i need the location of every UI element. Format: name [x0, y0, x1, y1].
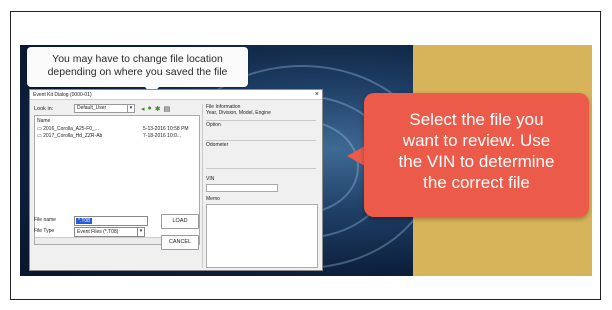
file-date: 5-13-2016 10:58 PM	[143, 126, 189, 132]
file-name-label: File name	[34, 217, 56, 223]
memo-field	[206, 204, 318, 268]
callout-line-2: want to review. Use	[402, 131, 551, 150]
file-row[interactable]: ▭ 2017_Corolla_Hd_ZZR-Ab	[37, 133, 102, 139]
file-type-label: File Type	[34, 228, 55, 234]
file-type-select[interactable]: Event Files (*.T08)	[74, 227, 138, 237]
dialog-title: Event Kit Dialog (0000-01)	[33, 91, 92, 98]
chevron-down-icon[interactable]: ▾	[137, 227, 145, 237]
memo-label: Memo	[206, 196, 220, 202]
file-icon: ▭	[37, 133, 42, 139]
new-folder-icon[interactable]: ✱	[155, 105, 161, 113]
file-name: 2017_Corolla_Hd_ZZR-Ab	[43, 133, 103, 139]
toolbar-icons: ◂ ● ✱ ▤	[141, 105, 170, 113]
file-information-panel: File Information Year, Division, Model, …	[202, 104, 320, 268]
file-location-callout: You may have to change file location dep…	[27, 47, 248, 95]
callout-line-3: the VIN to determine	[398, 152, 555, 171]
close-icon[interactable]: ×	[315, 91, 319, 98]
look-in-label: Look in:	[34, 105, 54, 112]
back-icon[interactable]: ◂	[141, 105, 145, 113]
callout-line-2: depending on where you saved the file	[47, 66, 228, 78]
divider	[206, 120, 316, 121]
open-file-dialog: Event Kit Dialog (0000-01) × Look in: De…	[29, 89, 323, 271]
odometer-label: Odometer	[206, 142, 229, 148]
look-in-select[interactable]: Default_User	[74, 104, 128, 113]
dialog-titlebar: Event Kit Dialog (0000-01) ×	[30, 90, 322, 100]
callout-line-1: Select the file you	[409, 110, 544, 129]
chevron-down-icon[interactable]: ▾	[128, 104, 135, 113]
file-date: 7-18-2016 10:0...	[143, 133, 182, 139]
callout-line-1: You may have to change file location	[52, 53, 223, 65]
option-label: Option	[206, 122, 221, 128]
vin-label: VIN	[206, 176, 215, 182]
callout-line-4: the correct file	[423, 173, 530, 192]
cancel-button[interactable]: CANCEL	[161, 235, 199, 250]
divider	[206, 168, 316, 169]
look-in-row: Look in: Default_User ▾ ◂ ● ✱ ▤	[34, 104, 170, 113]
file-name-input[interactable]: *.T08	[74, 216, 148, 226]
view-menu-icon[interactable]: ▤	[164, 105, 171, 113]
instruction-callout: Select the file you want to review. Use …	[364, 93, 589, 217]
callout-tail	[347, 146, 365, 166]
load-button[interactable]: LOAD	[161, 214, 199, 229]
file-name: 2016_Corolla_A25-F0_...	[43, 126, 99, 132]
name-column-header[interactable]: Name	[37, 118, 50, 124]
file-row[interactable]: ▭ 2016_Corolla_A25-F0_...	[37, 126, 99, 132]
vin-field	[206, 184, 278, 192]
up-folder-icon[interactable]: ●	[148, 105, 152, 113]
file-name-value: *.T08	[76, 218, 92, 224]
divider	[206, 140, 316, 141]
file-icon: ▭	[37, 126, 42, 132]
file-info-description: Year, Division, Model, Engine	[206, 110, 271, 116]
